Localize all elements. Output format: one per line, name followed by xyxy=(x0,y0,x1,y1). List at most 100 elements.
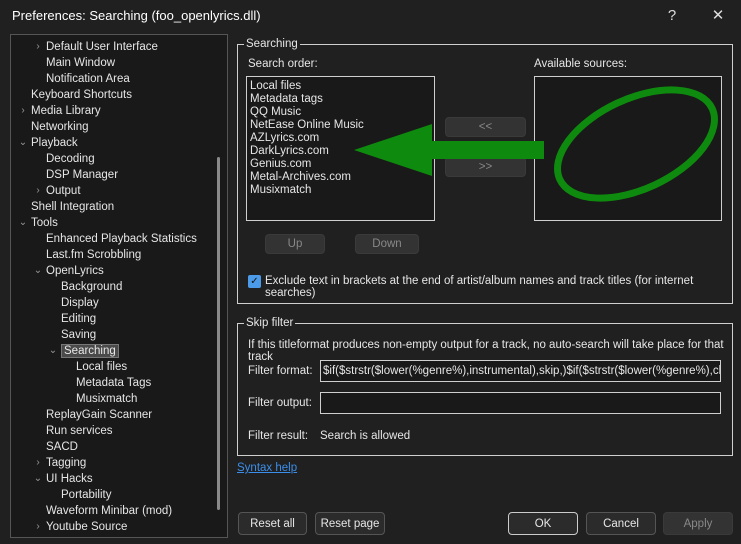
tree-item[interactable]: › Default User Interface xyxy=(36,39,158,55)
search-source-item[interactable]: Genius.com xyxy=(247,158,434,171)
tree-item[interactable]: Metadata Tags xyxy=(76,375,151,391)
move-right-button[interactable]: >> xyxy=(445,157,526,177)
tree-item[interactable]: › Tagging xyxy=(36,455,87,471)
tree-item[interactable]: ⌄ Tools xyxy=(19,215,58,231)
chevron-right-icon[interactable]: › xyxy=(33,183,43,199)
filter-output-input[interactable] xyxy=(320,392,721,414)
tree-item[interactable]: › Output xyxy=(36,183,81,199)
tree-item-label: Playback xyxy=(31,137,78,149)
tree-item-label: Last.fm Scrobbling xyxy=(46,249,142,261)
exclude-brackets-label[interactable]: Exclude text in brackets at the end of a… xyxy=(265,275,741,299)
tree-item-label: SACD xyxy=(46,441,78,453)
search-source-item[interactable]: NetEase Online Music xyxy=(247,119,434,132)
tree-item[interactable]: DSP Manager xyxy=(46,167,118,183)
search-source-item[interactable]: AZLyrics.com xyxy=(247,132,434,145)
search-order-label: Search order: xyxy=(248,58,318,70)
skip-filter-label: Skip filter xyxy=(244,317,296,329)
cancel-button[interactable]: Cancel xyxy=(586,512,656,535)
window-title: Preferences: Searching (foo_openlyrics.d… xyxy=(12,8,261,23)
tree-item-label: Youtube Source xyxy=(46,521,128,533)
available-sources-list[interactable] xyxy=(534,76,722,221)
tree-item-label: Saving xyxy=(61,329,97,341)
chevron-down-icon[interactable]: ⌄ xyxy=(48,343,58,359)
exclude-brackets-checkbox[interactable]: ✓ xyxy=(248,275,261,288)
tree-item[interactable]: Last.fm Scrobbling xyxy=(46,247,141,263)
filter-format-input[interactable]: $if($strstr($lower(%genre%),instrumental… xyxy=(320,360,721,382)
tree-item[interactable]: Keyboard Shortcuts xyxy=(31,87,132,103)
tree-item-label: Default User Interface xyxy=(46,41,158,53)
tree-item-label: Output xyxy=(46,185,81,197)
tree-item-label: Waveform Minibar (mod) xyxy=(46,505,173,517)
chevron-right-icon[interactable]: › xyxy=(33,39,43,55)
tree-item[interactable]: ⌄ Searching xyxy=(49,343,119,359)
tree-item[interactable]: Decoding xyxy=(46,151,95,167)
chevron-right-icon[interactable]: › xyxy=(33,455,43,471)
tree-item[interactable]: Background xyxy=(61,279,122,295)
preferences-tree[interactable]: › Default User Interface Main Window Notifi… xyxy=(10,34,228,538)
tree-item-label: Notification Area xyxy=(46,73,130,85)
tree-item[interactable]: Saving xyxy=(61,327,96,343)
tree-item-label: Musixmatch xyxy=(76,393,138,405)
tree-item[interactable]: Run services xyxy=(46,423,112,439)
tree-item-label: Decoding xyxy=(46,153,95,165)
filter-result-value: Search is allowed xyxy=(320,430,411,442)
apply-button[interactable]: Apply xyxy=(663,512,733,535)
available-sources-label: Available sources: xyxy=(534,58,628,70)
move-left-button[interactable]: << xyxy=(445,117,526,137)
tree-item[interactable]: Display xyxy=(61,295,99,311)
tree-item-label: Local files xyxy=(76,361,128,373)
chevron-right-icon[interactable]: › xyxy=(18,103,28,119)
ok-button[interactable]: OK xyxy=(508,512,578,535)
search-source-item[interactable]: QQ Music xyxy=(247,106,434,119)
tree-item[interactable]: ⌄ Playback xyxy=(19,135,78,151)
tree-item[interactable]: Musixmatch xyxy=(76,391,137,407)
chevron-down-icon[interactable]: ⌄ xyxy=(33,263,43,279)
close-button[interactable]: ✕ xyxy=(698,0,738,30)
up-button[interactable]: Up xyxy=(265,234,325,254)
tree-item[interactable]: › Youtube Source xyxy=(36,519,128,535)
tree-item[interactable]: Networking xyxy=(31,119,89,135)
tree-item[interactable]: Enhanced Playback Statistics xyxy=(46,231,197,247)
search-source-item[interactable]: Local files xyxy=(247,80,434,93)
filter-format-label: Filter format: xyxy=(248,365,313,377)
search-source-item[interactable]: Metal-Archives.com xyxy=(247,171,434,184)
tree-item[interactable]: Waveform Minibar (mod) xyxy=(46,503,172,519)
tree-item[interactable]: ⌄ OpenLyrics xyxy=(34,263,104,279)
chevron-down-icon[interactable]: ⌄ xyxy=(18,215,28,231)
tree-item-label: Tagging xyxy=(46,457,87,469)
tree-item-label: Run services xyxy=(46,425,113,437)
tree-item[interactable]: ⌄ UI Hacks xyxy=(34,471,93,487)
tree-item-label: Enhanced Playback Statistics xyxy=(46,233,197,245)
tree-item[interactable]: Notification Area xyxy=(46,71,130,87)
tree-item-label: OpenLyrics xyxy=(46,265,104,277)
tree-item[interactable]: Editing xyxy=(61,311,96,327)
search-source-item[interactable]: DarkLyrics.com xyxy=(247,145,434,158)
tree-item-label: Keyboard Shortcuts xyxy=(31,89,133,101)
chevron-down-icon[interactable]: ⌄ xyxy=(33,471,43,487)
tree-scrollbar[interactable] xyxy=(217,157,220,510)
help-button[interactable]: ? xyxy=(652,0,692,30)
tree-item-label: Shell Integration xyxy=(31,201,115,213)
search-source-item[interactable]: Musixmatch xyxy=(247,184,434,197)
tree-item[interactable]: Shell Integration xyxy=(31,199,114,215)
search-source-item[interactable]: Metadata tags xyxy=(247,93,434,106)
down-button[interactable]: Down xyxy=(355,234,419,254)
filter-output-label: Filter output: xyxy=(248,397,312,409)
tree-item[interactable]: SACD xyxy=(46,439,78,455)
chevron-right-icon[interactable]: › xyxy=(33,519,43,535)
search-order-list[interactable]: Local files Metadata tags QQ Music NetEase … xyxy=(246,76,435,221)
tree-item-label: Networking xyxy=(31,121,89,133)
reset-all-button[interactable]: Reset all xyxy=(238,512,307,535)
tree-item[interactable]: Portability xyxy=(61,487,112,503)
tree-item-label: DSP Manager xyxy=(46,169,119,181)
tree-item-label: Portability xyxy=(61,489,112,501)
tree-item-label: UI Hacks xyxy=(46,473,93,485)
searching-group-label: Searching xyxy=(244,38,300,50)
reset-page-button[interactable]: Reset page xyxy=(315,512,385,535)
tree-item[interactable]: Main Window xyxy=(46,55,115,71)
syntax-help-link[interactable]: Syntax help xyxy=(237,462,297,474)
tree-item[interactable]: › Media Library xyxy=(21,103,100,119)
tree-item[interactable]: Local files xyxy=(76,359,127,375)
tree-item[interactable]: ReplayGain Scanner xyxy=(46,407,152,423)
chevron-down-icon[interactable]: ⌄ xyxy=(18,135,28,151)
